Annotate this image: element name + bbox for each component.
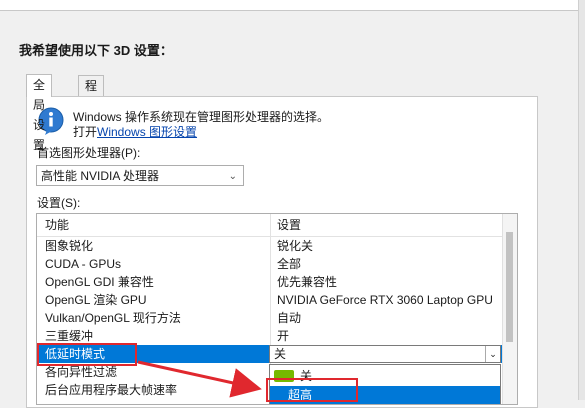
- tab-global[interactable]: 全局设置: [26, 74, 53, 152]
- annotation-arrow: [137, 360, 262, 398]
